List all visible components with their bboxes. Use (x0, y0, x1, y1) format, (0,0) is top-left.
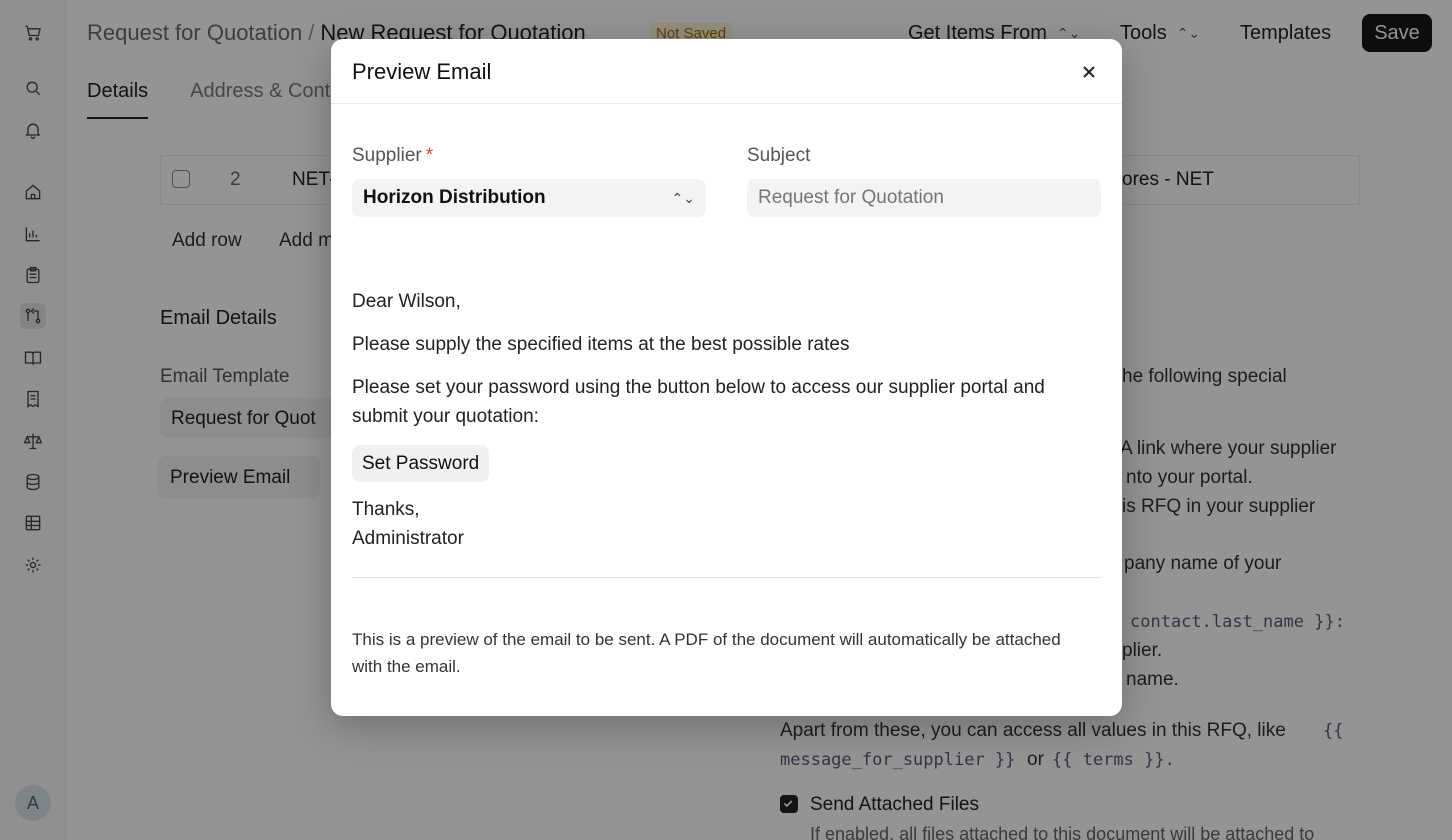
preview-email-dialog: Preview Email Supplier * Horizon Distribu… (331, 39, 1122, 716)
email-body-line1: Please supply the specified items at the… (352, 334, 850, 355)
dialog-title: Preview Email (352, 59, 492, 84)
chevron-updown-icon: ⌃⌄ (671, 189, 695, 206)
supplier-label-text: Supplier (352, 145, 422, 166)
email-signature: Administrator (352, 528, 464, 549)
dialog-header: Preview Email (331, 39, 1122, 104)
close-icon[interactable] (1076, 59, 1102, 85)
required-indicator: * (425, 145, 434, 166)
supplier-label: Supplier * (352, 145, 433, 167)
email-body-line2: Please set your password using the butto… (352, 377, 1045, 427)
preview-note: This is a preview of the email to be sen… (352, 630, 1061, 676)
set-password-button[interactable]: Set Password (352, 445, 490, 482)
email-greeting: Dear Wilson, (352, 291, 461, 312)
divider (352, 577, 1101, 578)
supplier-select[interactable]: Horizon Distribution ⌃⌄ (352, 179, 706, 217)
subject-label: Subject (747, 145, 811, 166)
supplier-value: Horizon Distribution (363, 187, 546, 208)
subject-input[interactable] (747, 179, 1101, 217)
email-thanks: Thanks, (352, 499, 420, 520)
